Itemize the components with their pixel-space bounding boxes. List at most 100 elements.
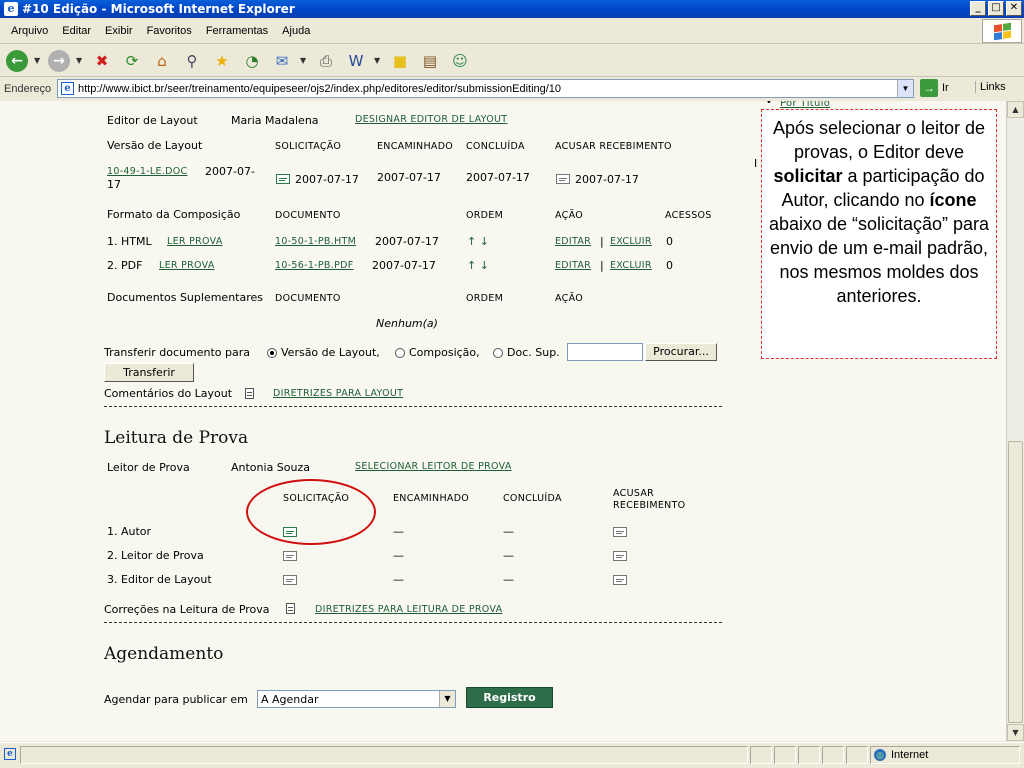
request-mail-icon[interactable] xyxy=(276,174,290,184)
maximize-button[interactable]: □ xyxy=(988,1,1004,16)
format-row-label: 2. PDF xyxy=(107,259,143,272)
register-button[interactable]: Registro xyxy=(466,687,553,708)
proof-ack-mail-icon[interactable] xyxy=(613,527,627,537)
proof-ack-mail-icon[interactable] xyxy=(613,575,627,585)
minimize-button[interactable]: _ xyxy=(970,1,986,16)
go-button[interactable]: → Ir xyxy=(920,79,949,97)
comp-col-document: DOCUMENTO xyxy=(275,210,341,221)
delete-link[interactable]: EXCLUIR xyxy=(610,260,652,271)
discuss-icon[interactable]: ■ xyxy=(388,49,412,73)
schedule-select[interactable]: A Agendar ▼ xyxy=(257,690,456,708)
callout-text: Após selecionar o leitor de provas, o Ed… xyxy=(772,118,986,162)
edit-dropdown-icon[interactable]: ▼ xyxy=(374,56,382,65)
radio-composition[interactable] xyxy=(395,348,405,358)
address-bar: Endereço e http://www.ibict.br/seer/trei… xyxy=(0,78,1024,100)
go-arrow-icon: → xyxy=(920,79,938,97)
globe-icon: ◍ xyxy=(874,749,886,761)
edit-link[interactable]: EDITAR xyxy=(555,260,591,271)
radio-supp-doc[interactable] xyxy=(493,348,503,358)
completed-date: 2007-07-17 xyxy=(466,171,530,184)
status-segment xyxy=(822,746,844,764)
read-proof-link[interactable]: LER PROVA xyxy=(159,260,215,271)
transfer-button[interactable]: Transferir xyxy=(104,363,194,382)
forwarded-date: 2007-07-17 xyxy=(377,171,441,184)
proofreader-request-mail-icon[interactable] xyxy=(283,551,297,561)
browse-button[interactable]: Procurar... xyxy=(645,343,717,361)
menu-ajuda[interactable]: Ajuda xyxy=(275,22,317,40)
proof-completed: — xyxy=(503,573,514,586)
schedule-section-title: Agendamento xyxy=(104,644,224,664)
select-proofreader-link[interactable]: SELECIONAR LEITOR DE PROVA xyxy=(355,461,512,472)
proof-corrections-icon[interactable] xyxy=(286,602,295,614)
ie-icon: e xyxy=(4,2,18,16)
format-file-link[interactable]: 10-56-1-PB.PDF xyxy=(275,260,353,271)
edit-icon[interactable]: W xyxy=(344,49,368,73)
supp-docs-label: Documentos Suplementares xyxy=(107,291,263,304)
back-icon[interactable]: ← xyxy=(6,49,28,72)
format-date: 2007-07-17 xyxy=(375,235,439,248)
chevron-down-icon[interactable]: ▼ xyxy=(439,691,455,707)
stop-icon[interactable]: ✖ xyxy=(90,49,114,73)
layout-guidelines-link[interactable]: DIRETRIZES PARA LAYOUT xyxy=(273,388,403,399)
forward-dropdown-icon[interactable]: ▼ xyxy=(76,56,84,65)
supp-col-order: ORDEM xyxy=(466,293,504,304)
comp-col-access: ACESSOS xyxy=(665,210,712,221)
research-icon[interactable]: ▤ xyxy=(418,49,442,73)
close-button[interactable]: ✕ xyxy=(1006,1,1022,16)
menu-editar[interactable]: Editar xyxy=(55,22,98,40)
designate-layout-editor-link[interactable]: DESIGNAR EDITOR DE LAYOUT xyxy=(355,114,507,125)
layout-comments-icon[interactable] xyxy=(245,387,254,399)
proof-col-ack: ACUSAR xyxy=(613,488,655,499)
address-dropdown-icon[interactable]: ▼ xyxy=(897,80,913,97)
menu-bar: Arquivo Editar Exibir Favoritos Ferramen… xyxy=(0,18,1024,44)
history-icon[interactable]: ◔ xyxy=(240,49,264,73)
vertical-scrollbar[interactable]: ▲ ▼ xyxy=(1006,101,1024,741)
order-arrows-icon[interactable]: ↑ ↓ xyxy=(467,259,489,272)
col-ack: ACUSAR RECEBIMENTO xyxy=(555,141,672,152)
windows-logo-icon xyxy=(982,19,1022,43)
home-icon[interactable]: ⌂ xyxy=(150,49,174,73)
radio-layout-version[interactable] xyxy=(267,348,277,358)
address-input[interactable]: e http://www.ibict.br/seer/treinamento/e… xyxy=(57,79,914,98)
menu-favoritos[interactable]: Favoritos xyxy=(140,22,199,40)
scroll-thumb[interactable] xyxy=(1008,441,1023,723)
divider xyxy=(104,406,722,407)
edit-link[interactable]: EDITAR xyxy=(555,236,591,247)
address-label: Endereço xyxy=(4,83,52,95)
instruction-callout: Após selecionar o leitor de provas, o Ed… xyxy=(761,109,997,359)
scroll-up-icon[interactable]: ▲ xyxy=(1007,101,1024,118)
col-completed: CONCLUÍDA xyxy=(466,141,525,152)
favorites-icon[interactable]: ★ xyxy=(210,49,234,73)
proof-forwarded: — xyxy=(393,573,404,586)
menu-exibir[interactable]: Exibir xyxy=(98,22,140,40)
file-input[interactable] xyxy=(567,343,643,361)
mail-icon[interactable]: ✉ xyxy=(270,49,294,73)
version-file-link[interactable]: 10-49-1-LE.DOC xyxy=(107,166,187,177)
layout-editor-name: Maria Madalena xyxy=(231,114,319,127)
proof-guidelines-link[interactable]: DIRETRIZES PARA LEITURA DE PROVA xyxy=(315,604,502,615)
refresh-icon[interactable]: ⟳ xyxy=(120,49,144,73)
proof-ack-mail-icon[interactable] xyxy=(613,551,627,561)
composition-label: Formato da Composição xyxy=(107,208,241,221)
layout-editor-request-mail-icon[interactable] xyxy=(283,575,297,585)
print-icon[interactable]: ⎙ xyxy=(314,49,338,73)
by-title-link[interactable]: Por Título xyxy=(780,101,830,109)
ack-mail-icon[interactable] xyxy=(556,174,570,184)
window-title: #10 Edição - Microsoft Internet Explorer xyxy=(22,2,295,16)
order-arrows-icon[interactable]: ↑ ↓ xyxy=(467,235,489,248)
format-file-link[interactable]: 10-50-1-PB.HTM xyxy=(275,236,356,247)
status-bar: e ◍ Internet xyxy=(0,742,1024,768)
messenger-icon[interactable]: ☺ xyxy=(448,49,472,73)
read-proof-link[interactable]: LER PROVA xyxy=(167,236,223,247)
search-icon[interactable]: ⚲ xyxy=(180,49,204,73)
menu-ferramentas[interactable]: Ferramentas xyxy=(199,22,275,40)
links-button[interactable]: Links xyxy=(975,81,1006,93)
layout-comments-label: Comentários do Layout xyxy=(104,387,233,400)
back-dropdown-icon[interactable]: ▼ xyxy=(34,56,42,65)
delete-link[interactable]: EXCLUIR xyxy=(610,236,652,247)
access-count: 0 xyxy=(666,235,673,248)
scroll-down-icon[interactable]: ▼ xyxy=(1007,724,1024,741)
mail-dropdown-icon[interactable]: ▼ xyxy=(300,56,308,65)
forward-icon[interactable]: → xyxy=(48,49,70,72)
menu-arquivo[interactable]: Arquivo xyxy=(4,22,55,40)
